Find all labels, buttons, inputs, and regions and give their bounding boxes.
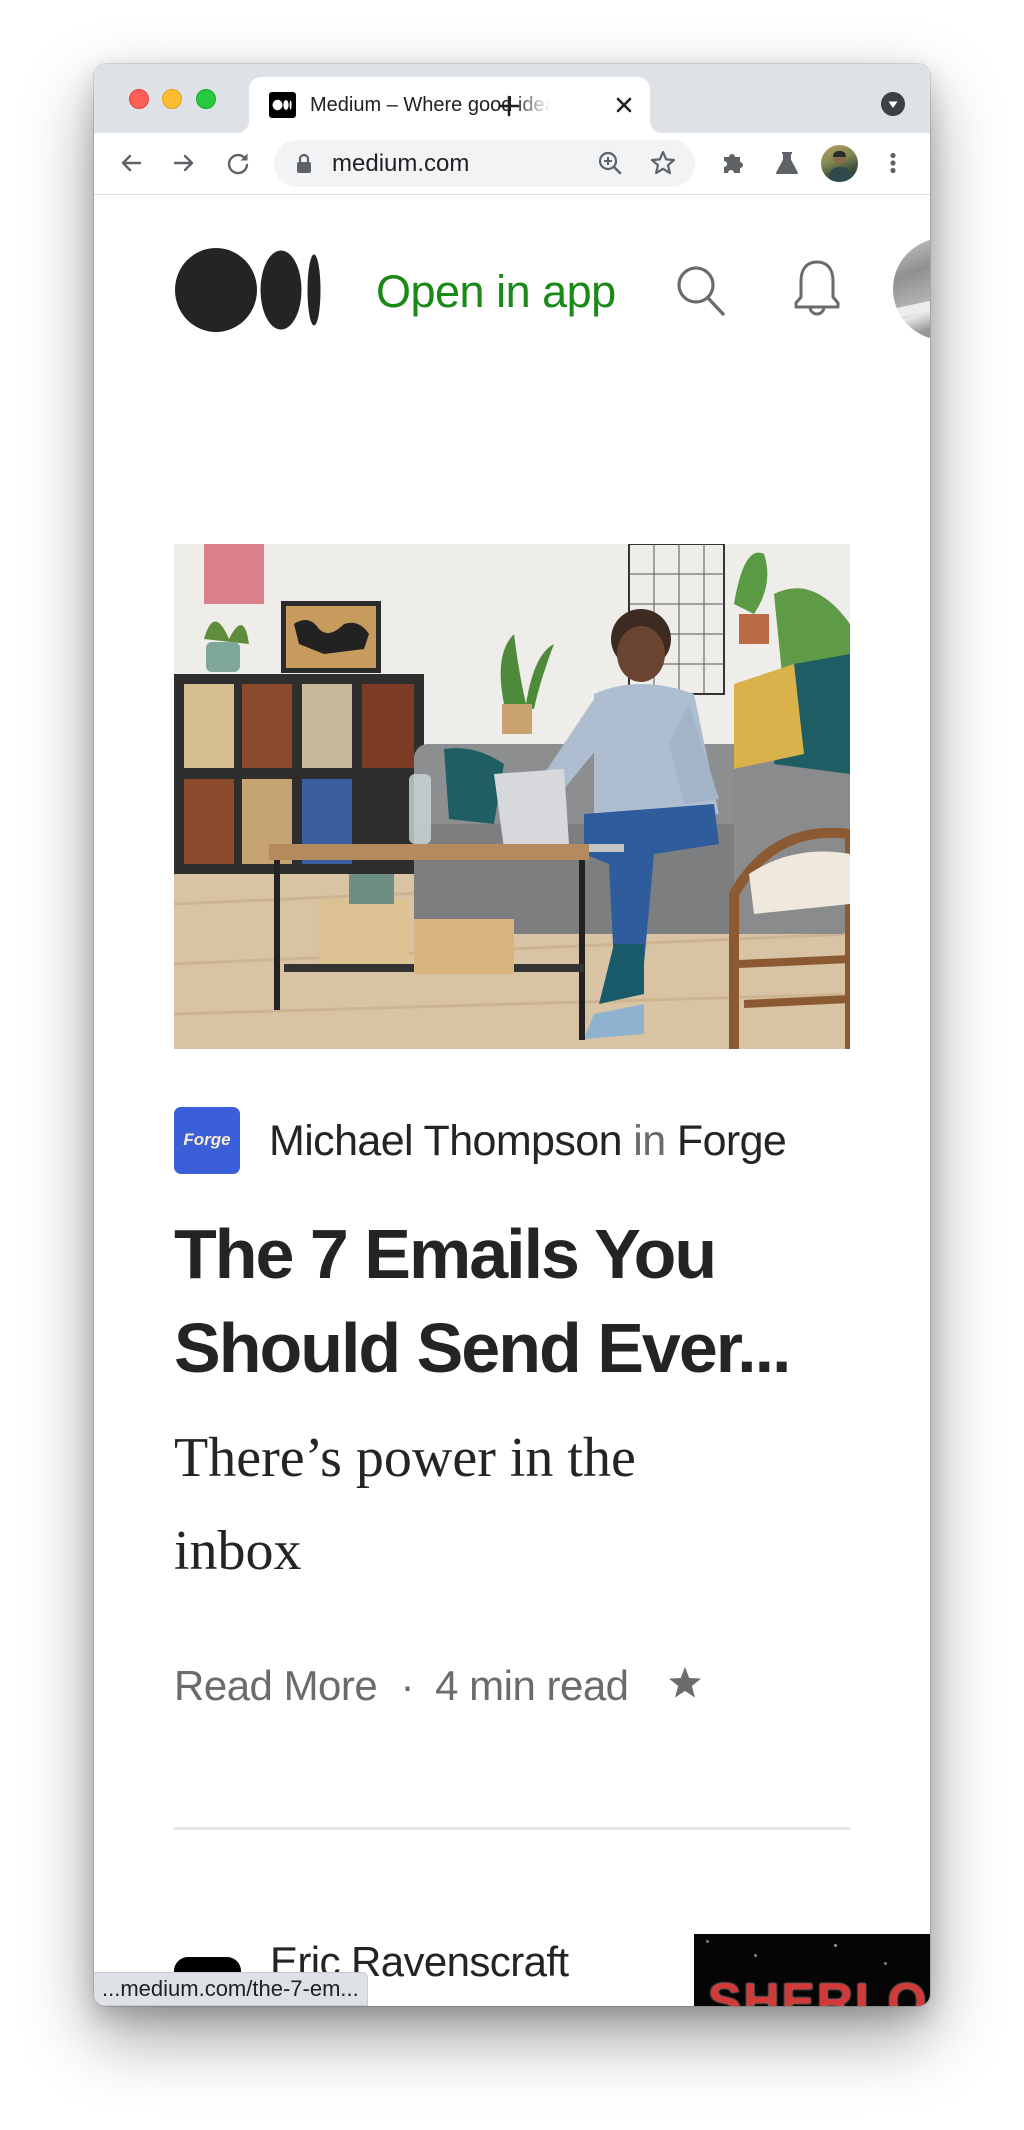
living-room-photo [174,544,850,1049]
browser-toolbar: medium.com [94,133,930,195]
read-time: 4 min read [435,1662,629,1709]
profile-avatar[interactable] [821,145,858,182]
reload-icon [227,153,249,175]
article-title-line-1: The 7 Emails You [174,1215,717,1293]
address-bar[interactable]: medium.com [274,140,695,187]
arrow-right-icon [173,154,194,172]
bell-icon[interactable] [791,259,843,324]
zoom-in-icon[interactable] [595,148,625,183]
byline-connector: in [633,1117,666,1165]
close-window-button[interactable] [129,89,149,109]
status-bar-url: ...medium.com/the-7-em... [94,1972,368,2006]
forward-button[interactable] [169,148,199,178]
byline: Michael Thompson in Forge [269,1117,787,1165]
back-button[interactable] [116,148,146,178]
publication-icon-text: Forge [183,1130,231,1149]
tab-search-menu-icon[interactable] [881,92,905,116]
feed-divider [174,1827,850,1830]
search-icon[interactable] [674,263,728,322]
article-hero-image[interactable] [174,544,850,1049]
article-title[interactable]: The 7 Emails You Should Send Ever... [174,1207,874,1395]
bookmark-star-icon[interactable] [648,148,678,183]
open-in-app-link[interactable]: Open in app [376,269,616,314]
publication-name[interactable]: Forge [677,1117,787,1165]
article-thumbnail-2[interactable]: SHERLO [694,1934,930,2006]
author-name[interactable]: Michael Thompson [269,1117,623,1165]
minimize-window-button[interactable] [162,89,182,109]
article-subtitle-line-1: There’s power in the [174,1427,636,1489]
reload-button[interactable] [223,148,253,178]
article-title-line-2: Should Send Ever... [174,1309,791,1387]
meta-separator: · [400,1662,414,1709]
article-meta: Read More · 4 min read [174,1665,629,1707]
page-content: Open in app Forge Michael Thompson in Fo… [94,195,930,2006]
thumbnail-text: SHERLO [708,1973,929,2006]
kebab-menu-icon[interactable] [878,148,908,178]
article-subtitle[interactable]: There’s power in the inbox [174,1412,734,1598]
medium-logo-icon [269,92,296,118]
url-text[interactable]: medium.com [332,151,469,177]
close-tab-icon[interactable] [611,92,637,118]
tab-bar: Medium – Where good ideas find you. [94,64,930,133]
publication-icon-forge[interactable]: Forge [174,1107,240,1174]
lock-icon[interactable] [295,153,313,180]
user-avatar[interactable] [893,238,930,340]
tab-medium[interactable]: Medium – Where good ideas find you. [249,77,650,133]
article-subtitle-line-2: inbox [174,1520,302,1582]
labs-flask-icon[interactable] [772,148,802,178]
extensions-puzzle-icon[interactable] [718,148,748,178]
new-tab-button[interactable] [494,91,524,121]
medium-logo[interactable] [175,248,321,337]
browser-window: Medium – Where good ideas find you. medi… [94,64,930,2006]
maximize-window-button[interactable] [196,89,216,109]
member-only-star-icon [667,1665,703,1706]
arrow-left-icon [121,154,142,172]
read-more-link[interactable]: Read More [174,1662,378,1709]
